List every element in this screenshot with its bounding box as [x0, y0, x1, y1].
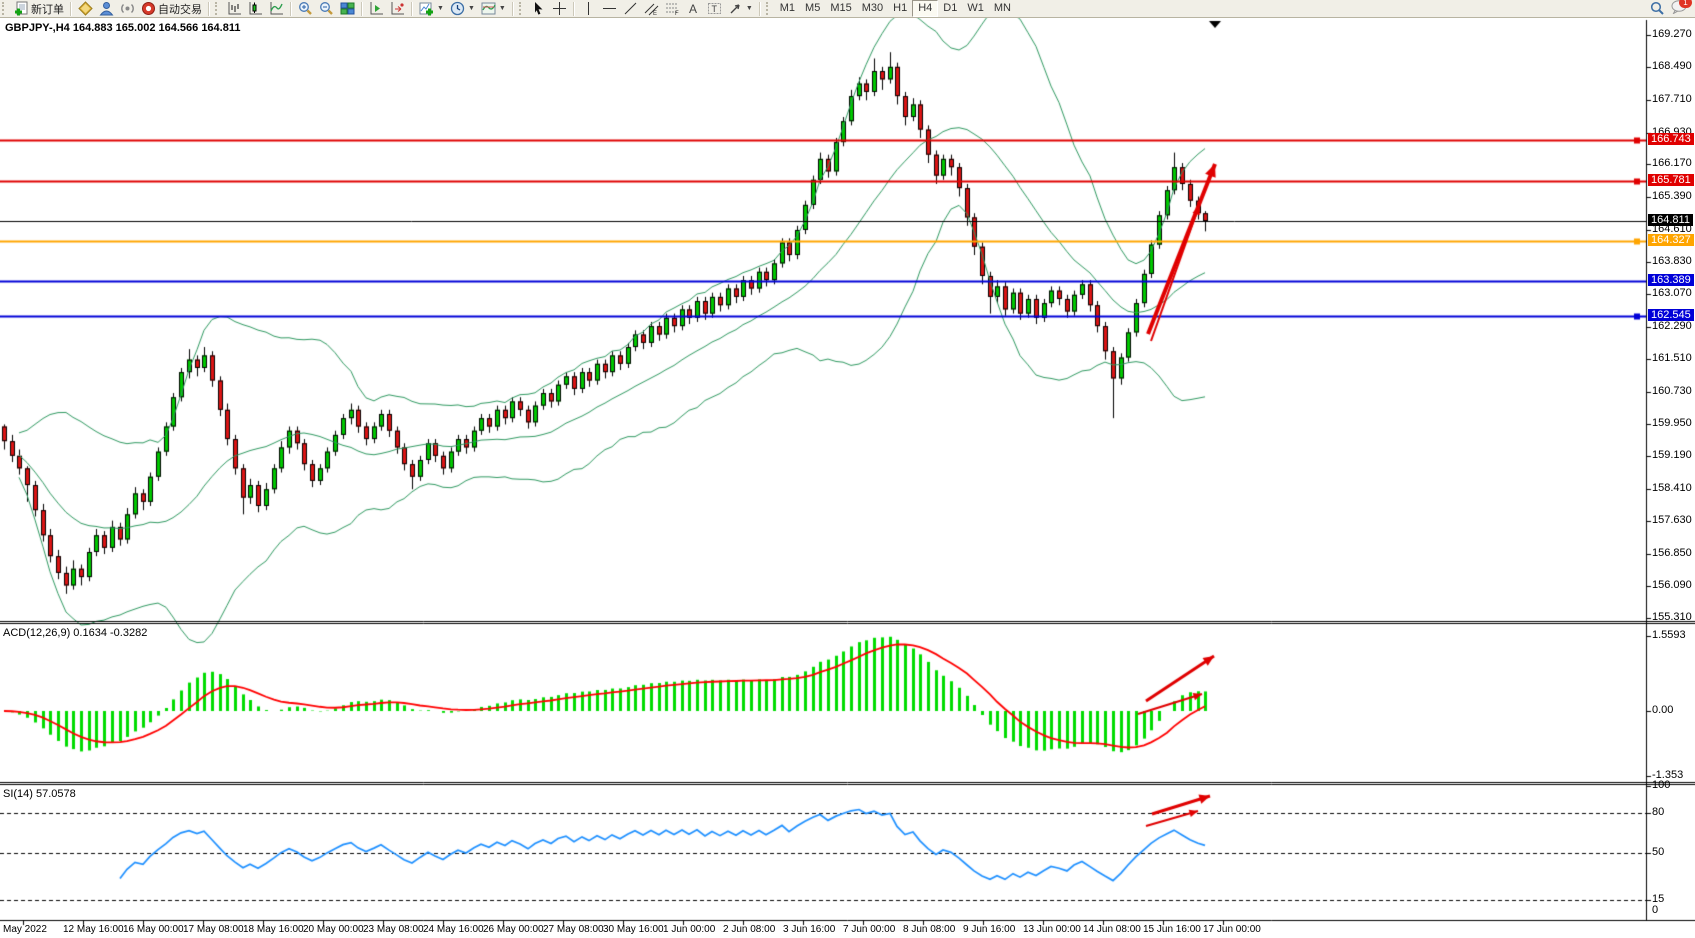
zoom-in-button[interactable] [295, 1, 316, 17]
text-label-tool-button[interactable]: T [704, 1, 725, 17]
zoom-in-icon [298, 1, 313, 16]
candlestick-chart-button[interactable] [245, 1, 266, 17]
chat-notifications-button[interactable]: 1 [1671, 0, 1687, 17]
main-toolbar: 新订单 自动交易 ▼ ▼ ▼ E F A T ▼ M1 M5 M15 M30 H… [0, 0, 1695, 18]
periods-button[interactable]: ▼ [447, 1, 478, 17]
cursor-tool-button[interactable] [528, 1, 549, 17]
timeframe-h1-button[interactable]: H1 [888, 1, 912, 16]
timeframe-w1-button[interactable]: W1 [962, 1, 989, 16]
timeframe-m30-button[interactable]: M30 [857, 1, 888, 16]
equidistant-channel-tool-button[interactable]: E [641, 1, 662, 17]
toolbar-grip [215, 2, 222, 15]
tile-windows-button[interactable] [337, 1, 358, 17]
separator [208, 2, 210, 16]
svg-text:T: T [711, 4, 717, 14]
separator [290, 2, 292, 16]
bar-chart-icon [227, 1, 242, 16]
indicators-add-icon [419, 1, 434, 16]
indicators-button[interactable]: ▼ [416, 1, 447, 17]
text-icon: A [686, 1, 701, 16]
timeframe-mn-button[interactable]: MN [989, 1, 1016, 16]
crosshair-icon [552, 1, 567, 16]
timeframe-m5-button[interactable]: M5 [800, 1, 825, 16]
text-label-icon: T [707, 1, 722, 16]
horizontal-line-icon [602, 1, 617, 16]
diamond-icon [78, 1, 93, 16]
auto-scroll-icon [369, 1, 384, 16]
zoom-out-button[interactable] [316, 1, 337, 17]
chart-window: GBPJPY-,H4 164.883 165.002 164.566 164.8… [0, 0, 1695, 938]
toolbar-grip [2, 2, 9, 15]
text-tool-button[interactable]: A [683, 1, 704, 17]
templates-button[interactable]: ▼ [478, 1, 509, 17]
horizontal-line-tool-button[interactable] [599, 1, 620, 17]
svg-text:E: E [653, 11, 657, 16]
cursor-icon [531, 1, 546, 16]
toolbar-grip [519, 2, 526, 15]
autotrading-icon [141, 1, 156, 16]
fibonacci-tool-button[interactable]: F [662, 1, 683, 17]
bar-chart-button[interactable] [224, 1, 245, 17]
svg-text:A: A [689, 2, 697, 16]
timeframe-d1-button[interactable]: D1 [938, 1, 962, 16]
dropdown-caret: ▼ [437, 5, 444, 12]
autotrading-button[interactable]: 自动交易 [138, 1, 205, 17]
timeframe-m15-button[interactable]: M15 [825, 1, 856, 16]
timeframe-m1-button[interactable]: M1 [775, 1, 800, 16]
vertical-line-tool-button[interactable] [578, 1, 599, 17]
new-order-button[interactable]: 新订单 [11, 1, 67, 17]
crosshair-tool-button[interactable] [549, 1, 570, 17]
mql5-market-button[interactable] [75, 1, 96, 17]
separator [361, 2, 363, 16]
chart-shift-icon [390, 1, 405, 16]
svg-text:F: F [675, 11, 679, 16]
separator [512, 2, 514, 16]
timeframe-h4-button[interactable]: H4 [912, 0, 938, 17]
arrows-tool-button[interactable]: ▼ [725, 1, 756, 17]
candlestick-chart-icon [248, 1, 263, 16]
community-button[interactable] [96, 1, 117, 17]
channel-icon: E [644, 1, 659, 16]
line-chart-icon [269, 1, 284, 16]
fibonacci-icon: F [665, 1, 680, 16]
separator [411, 2, 413, 16]
dropdown-caret: ▼ [746, 5, 753, 12]
chart-shift-button[interactable] [387, 1, 408, 17]
profile-person-icon [99, 1, 114, 16]
separator [70, 2, 72, 16]
tile-windows-icon [340, 1, 355, 16]
arrow-objects-icon [728, 1, 743, 16]
dropdown-caret: ▼ [499, 5, 506, 12]
separator [573, 2, 575, 16]
separator [759, 2, 761, 16]
search-icon[interactable] [1650, 1, 1665, 16]
toolbar-grip [766, 2, 773, 15]
signal-icon [120, 1, 135, 16]
new-order-icon [14, 1, 29, 16]
vertical-line-icon [581, 1, 596, 16]
signals-button[interactable] [117, 1, 138, 17]
trendline-tool-button[interactable] [620, 1, 641, 17]
dropdown-caret: ▼ [468, 5, 475, 12]
line-chart-button[interactable] [266, 1, 287, 17]
zoom-out-icon [319, 1, 334, 16]
trendline-icon [623, 1, 638, 16]
clock-icon [450, 1, 465, 16]
auto-scroll-button[interactable] [366, 1, 387, 17]
chart-canvas[interactable] [0, 0, 1695, 938]
templates-icon [481, 1, 496, 16]
notification-count-badge: 1 [1679, 0, 1692, 8]
